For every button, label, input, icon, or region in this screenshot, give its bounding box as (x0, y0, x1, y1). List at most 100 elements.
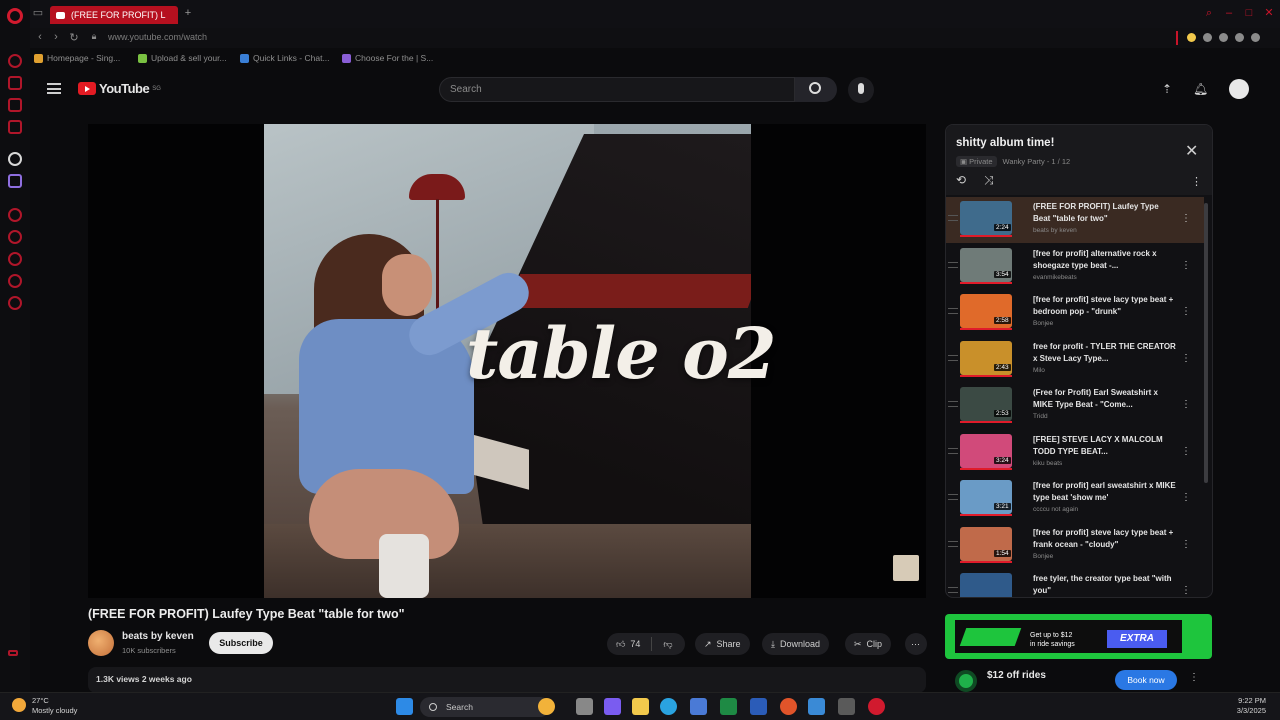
task-view-icon[interactable] (576, 698, 593, 715)
minimize-icon[interactable]: – (1223, 7, 1235, 19)
tab-youtube[interactable]: (FREE FOR PROFIT) L (50, 6, 178, 24)
channel-avatar[interactable] (88, 630, 114, 656)
create-icon[interactable]: ⇡ (1160, 82, 1174, 96)
notifications-bell-icon[interactable]: 🔔︎ (1193, 82, 1208, 96)
playlist-item[interactable]: 3:24 [FREE] STEVE LACY X MALCOLM TODD TYP… (946, 430, 1204, 476)
search-button[interactable] (795, 77, 837, 102)
more-vertical-icon[interactable]: ⋮ (1181, 492, 1191, 503)
app-icon[interactable] (780, 698, 797, 715)
voice-search-button[interactable] (848, 77, 874, 103)
sponsored-card[interactable]: $12 off rides Book now ⋮ (945, 664, 1212, 694)
playlist-item[interactable]: 3:54 [free for profit] alternative rock x… (946, 244, 1204, 290)
drag-handle-icon[interactable] (948, 401, 958, 407)
promo-banner[interactable]: Get up to $12 in ride savings EXTRA (945, 614, 1212, 659)
store-icon[interactable] (690, 698, 707, 715)
description-box[interactable]: 1.3K views 2 weeks ago (88, 667, 926, 693)
dislike-icon[interactable]: 👎︎ (663, 639, 672, 650)
drag-handle-icon[interactable] (948, 540, 958, 547)
app-icon[interactable] (838, 698, 855, 715)
more-vertical-icon[interactable]: ⋮ (1181, 260, 1191, 271)
shuffle-icon[interactable]: ⤨ (984, 173, 994, 188)
more-vertical-icon[interactable]: ⋮ (1181, 399, 1191, 410)
account-avatar[interactable] (1229, 79, 1249, 99)
drag-handle-icon[interactable] (948, 354, 958, 361)
ai-icon[interactable] (8, 152, 22, 166)
history-icon[interactable] (8, 208, 22, 222)
drag-handle-icon[interactable] (948, 494, 958, 500)
new-tab-icon[interactable]: + (182, 7, 194, 19)
more-vertical-icon[interactable]: ⋮ (1181, 306, 1191, 317)
file-explorer-icon[interactable] (632, 698, 649, 715)
close-icon[interactable]: ✕ (1185, 141, 1198, 161)
close-window-icon[interactable]: ✕ (1263, 7, 1275, 19)
more-vertical-icon[interactable]: ⋮ (1181, 585, 1191, 596)
playlist-item[interactable]: 3:21 [free for profit] earl sweatshirt x … (946, 476, 1204, 522)
loop-icon[interactable]: ⟲ (956, 173, 966, 187)
easy-setup-icon[interactable] (1176, 31, 1178, 45)
reload-icon[interactable]: ↻ (68, 31, 80, 44)
taskbar-search[interactable]: Search (420, 697, 550, 717)
profile-icon[interactable] (1219, 33, 1228, 42)
playlist-item[interactable]: 1:54 [free for profit] steve lacy type be… (946, 523, 1204, 569)
clock-icon[interactable] (8, 252, 22, 266)
playlist-scrollbar[interactable] (1204, 203, 1208, 483)
playlist-item[interactable]: 2:53 (Free for Profit) Earl Sweatshirt x … (946, 383, 1204, 429)
forward-icon[interactable]: › (50, 31, 62, 43)
more-vertical-icon[interactable]: ⋮ (1181, 213, 1191, 224)
bookmark-item[interactable]: Quick Links - Chat... (240, 53, 330, 63)
wallet-icon[interactable] (8, 230, 22, 244)
windows-start-icon[interactable] (396, 698, 413, 715)
app-icon[interactable] (808, 698, 825, 715)
youtube-logo[interactable]: YouTube SG (78, 81, 161, 96)
menu-icon[interactable] (1251, 33, 1260, 42)
extension-icon[interactable] (1187, 33, 1196, 42)
channel-watermark[interactable] (893, 555, 919, 581)
extensions-icon[interactable] (8, 274, 22, 288)
drag-handle-icon[interactable] (948, 587, 958, 593)
more-actions-button[interactable]: ⋯ (905, 633, 927, 655)
tab-menu-icon[interactable]: ▭ (32, 7, 44, 19)
search-tabs-icon[interactable]: ⌕ (1203, 7, 1215, 19)
copilot-icon[interactable] (604, 698, 621, 715)
like-icon[interactable]: 👍︎ (616, 639, 625, 650)
more-icon[interactable] (8, 650, 18, 656)
drag-handle-icon[interactable] (948, 215, 958, 221)
settings-icon[interactable] (8, 296, 22, 310)
bookmark-item[interactable]: Homepage - Sing... (34, 53, 120, 63)
drag-handle-icon[interactable] (948, 261, 958, 268)
bookmark-item[interactable]: Choose For the | S... (342, 53, 433, 63)
bookmark-item[interactable]: Upload & sell your... (138, 53, 227, 63)
hamburger-menu-icon[interactable] (47, 83, 61, 94)
edge-icon[interactable] (660, 698, 677, 715)
more-vertical-icon[interactable]: ⋮ (1189, 672, 1199, 683)
system-clock[interactable]: 9:22 PM 3/3/2025 (1222, 696, 1266, 716)
like-count[interactable]: 74 (630, 639, 640, 649)
more-vertical-icon[interactable]: ⋮ (1181, 353, 1191, 364)
url-field[interactable]: www.youtube.com/watch (108, 32, 207, 42)
more-vertical-icon[interactable]: ⋮ (1181, 539, 1191, 550)
search-input[interactable]: Search (439, 77, 795, 102)
drag-handle-icon[interactable] (948, 308, 958, 314)
playlist-title[interactable]: shitty album time! (956, 137, 1054, 149)
word-icon[interactable] (750, 698, 767, 715)
snapshot-icon[interactable] (1203, 33, 1212, 42)
aria-icon[interactable] (8, 54, 22, 68)
clip-button[interactable]: ✂ Clip (845, 633, 892, 655)
book-now-button[interactable]: Book now (1115, 670, 1177, 690)
discord-icon[interactable] (8, 174, 22, 188)
sun-widget-icon[interactable] (538, 698, 555, 715)
excel-icon[interactable] (720, 698, 737, 715)
maximize-icon[interactable]: □ (1243, 7, 1255, 19)
drag-handle-icon[interactable] (948, 447, 958, 454)
download-manager-icon[interactable] (1235, 33, 1244, 42)
share-button[interactable]: ↗ Share (695, 633, 750, 655)
opera-taskbar-icon[interactable] (868, 698, 885, 715)
subscribe-button[interactable]: Subscribe (209, 632, 273, 654)
playlist-item[interactable]: 2:43 free for profit - TYLER THE CREATOR … (946, 337, 1204, 383)
bookmark-icon[interactable] (8, 98, 22, 112)
video-player[interactable]: table o2 (88, 124, 926, 598)
more-vertical-icon[interactable]: ⋮ (1181, 446, 1191, 457)
playlist-item[interactable]: 2:58 [free for profit] steve lacy type be… (946, 290, 1204, 336)
weather-widget[interactable]: 27°C Mostly cloudy (10, 696, 77, 716)
opera-logo-icon[interactable] (7, 8, 23, 24)
